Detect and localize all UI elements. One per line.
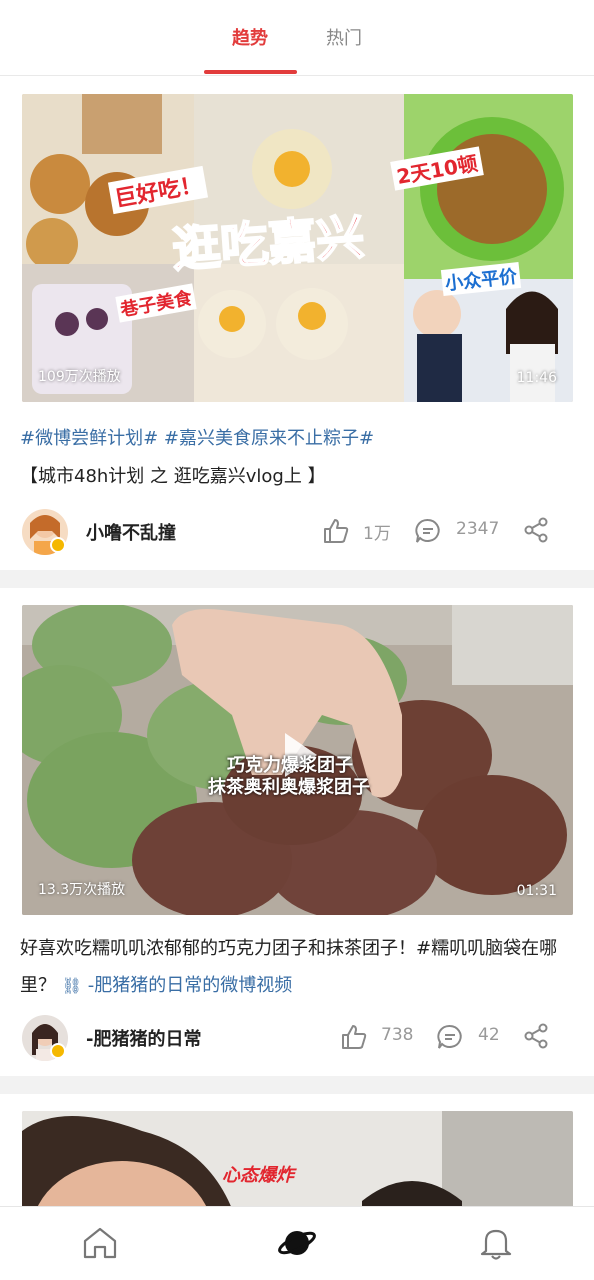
play-count: 109万次播放 (38, 369, 121, 385)
video-link-label: -肥猪猪的日常的微博视频 (87, 975, 293, 996)
tab-hot[interactable]: 热门 (326, 24, 362, 50)
thumbs-up-icon[interactable] (340, 1023, 368, 1051)
comment-icon[interactable] (414, 517, 442, 545)
share-icon[interactable] (523, 1023, 549, 1049)
verified-badge-icon (50, 1043, 66, 1059)
share-icon[interactable] (523, 517, 549, 543)
like-count: 738 (381, 1025, 414, 1045)
play-count: 13.3万次播放 (38, 882, 126, 898)
card-divider (0, 1076, 594, 1094)
home-icon[interactable] (80, 1223, 120, 1263)
bell-icon[interactable] (476, 1223, 516, 1263)
post-card: 巧克力爆浆团子 抹茶奥利奥爆浆团子 13.3万次播放 01:31 好喜欢吃糯叽叽… (0, 588, 594, 1076)
active-tab-indicator (204, 70, 297, 74)
video-link[interactable]: ⛓ -肥猪猪的日常的微博视频 (62, 975, 293, 996)
post-author-row: -肥猪猪的日常 738 42 (0, 1013, 594, 1063)
comment-count: 2347 (456, 519, 500, 539)
comment-count: 42 (478, 1025, 500, 1045)
video-feed[interactable]: 逛吃嘉兴 巨好吃！ 2天10顿 巷子美食 小众平价 109万次播放 11:46 … (0, 76, 594, 1206)
video-duration: 01:31 (516, 883, 557, 899)
planet-icon[interactable] (277, 1223, 317, 1263)
tab-trend[interactable]: 趋势 (232, 24, 268, 50)
post-author-row: 小噜不乱撞 1万 2347 (0, 507, 594, 557)
thumbs-up-icon[interactable] (322, 517, 350, 545)
comment-icon[interactable] (436, 1023, 464, 1051)
post-hashtags[interactable]: #微博尝鲜计划# #嘉兴美食原来不止粽子# (20, 424, 374, 450)
video-thumbnail[interactable]: 巧克力爆浆团子 抹茶奥利奥爆浆团子 13.3万次播放 01:31 (22, 605, 573, 915)
video-caption-line-2: 抹茶奥利奥爆浆团子 (208, 777, 370, 798)
video-duration: 11:46 (516, 370, 557, 386)
post-card: 心态爆炸 (0, 1094, 594, 1206)
like-count: 1万 (363, 524, 391, 544)
top-tab-bar: 趋势 热门 (0, 0, 594, 76)
thumbnail-selfie-image (22, 1111, 573, 1206)
post-text[interactable]: 好喜欢吃糯叽叽浓郁郁的巧克力团子和抹茶团子！#糯叽叽脑袋在哪里？ ⛓ -肥猪猪的… (20, 930, 570, 1004)
post-card: 逛吃嘉兴 巨好吃！ 2天10顿 巷子美食 小众平价 109万次播放 11:46 … (0, 76, 594, 570)
verified-badge-icon (50, 537, 66, 553)
bottom-navigation (0, 1206, 594, 1280)
author-name[interactable]: -肥猪猪的日常 (86, 1025, 201, 1051)
thumbnail-title-overlay: 逛吃嘉兴 (170, 208, 367, 279)
post-title[interactable]: 【城市48h计划 之 逛吃嘉兴vlog上 】 (20, 462, 326, 488)
video-thumbnail[interactable]: 逛吃嘉兴 巨好吃！ 2天10顿 巷子美食 小众平价 109万次播放 11:46 (22, 94, 573, 402)
link-icon: ⛓ (61, 976, 83, 995)
thumbnail-caption: 心态爆炸 (222, 1165, 294, 1186)
card-divider (0, 570, 594, 588)
video-thumbnail[interactable]: 心态爆炸 (22, 1111, 573, 1206)
author-name[interactable]: 小噜不乱撞 (86, 519, 176, 545)
